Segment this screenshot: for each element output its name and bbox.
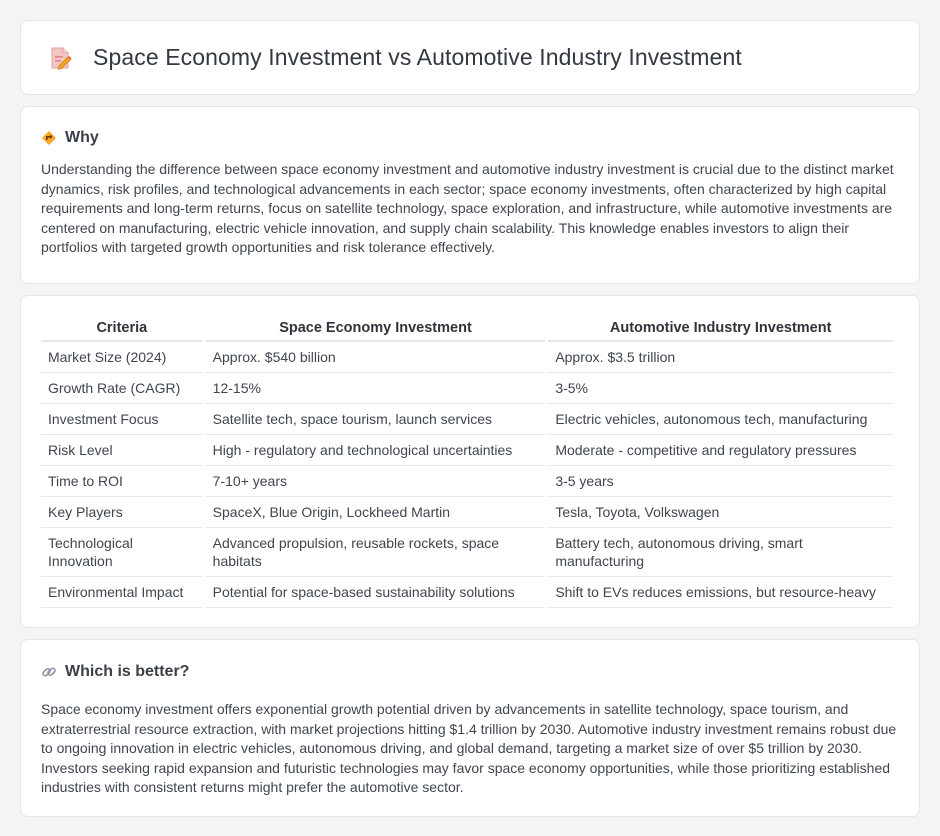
cell-criteria: Technological Innovation (41, 528, 203, 577)
better-title: Which is better? (65, 663, 190, 680)
why-title: Why (65, 129, 99, 146)
better-heading: Which is better? (41, 663, 899, 681)
cell-space: 12-15% (205, 373, 546, 404)
comparison-table: Criteria Space Economy Investment Automo… (38, 317, 896, 608)
table-row: Key Players SpaceX, Blue Origin, Lockhee… (41, 497, 893, 528)
cell-automotive: 3-5 years (548, 466, 893, 497)
table-row: Environmental Impact Potential for space… (41, 577, 893, 608)
cell-criteria: Key Players (41, 497, 203, 528)
cell-space: High - regulatory and technological unce… (205, 435, 546, 466)
table-row: Technological Innovation Advanced propul… (41, 528, 893, 577)
document-edit-icon (47, 45, 73, 71)
header-card: Space Economy Investment vs Automotive I… (20, 20, 920, 95)
cell-criteria: Market Size (2024) (41, 342, 203, 373)
table-row: Growth Rate (CAGR) 12-15% 3-5% (41, 373, 893, 404)
cell-criteria: Time to ROI (41, 466, 203, 497)
cell-criteria: Risk Level (41, 435, 203, 466)
table-row: Time to ROI 7-10+ years 3-5 years (41, 466, 893, 497)
cell-criteria: Environmental Impact (41, 577, 203, 608)
header-space: Space Economy Investment (205, 317, 546, 342)
why-text: Understanding the difference between spa… (41, 161, 894, 256)
comparison-section: Criteria Space Economy Investment Automo… (20, 295, 920, 628)
cell-criteria: Investment Focus (41, 404, 203, 435)
cell-space: Approx. $540 billion (205, 342, 546, 373)
warning-sign-icon (41, 130, 57, 146)
why-heading: Why (41, 129, 899, 147)
table-row: Market Size (2024) Approx. $540 billion … (41, 342, 893, 373)
cell-automotive: Moderate - competitive and regulatory pr… (548, 435, 893, 466)
page-title: Space Economy Investment vs Automotive I… (93, 44, 742, 70)
better-section: Which is better? Space economy investmen… (20, 639, 920, 817)
cell-automotive: Electric vehicles, autonomous tech, manu… (548, 404, 893, 435)
cell-space: Satellite tech, space tourism, launch se… (205, 404, 546, 435)
link-icon (41, 664, 57, 680)
cell-space: Advanced propulsion, reusable rockets, s… (205, 528, 546, 577)
cell-automotive: 3-5% (548, 373, 893, 404)
cell-space: Potential for space-based sustainability… (205, 577, 546, 608)
table-row: Investment Focus Satellite tech, space t… (41, 404, 893, 435)
cell-space: 7-10+ years (205, 466, 546, 497)
cell-automotive: Tesla, Toyota, Volkswagen (548, 497, 893, 528)
cell-criteria: Growth Rate (CAGR) (41, 373, 203, 404)
better-text: Space economy investment offers exponent… (41, 701, 897, 796)
cell-automotive: Shift to EVs reduces emissions, but reso… (548, 577, 893, 608)
why-section: Why Understanding the difference between… (20, 106, 920, 284)
cell-automotive: Battery tech, autonomous driving, smart … (548, 528, 893, 577)
table-row: Risk Level High - regulatory and technol… (41, 435, 893, 466)
table-header-row: Criteria Space Economy Investment Automo… (41, 317, 893, 342)
header-criteria: Criteria (41, 317, 203, 342)
cell-space: SpaceX, Blue Origin, Lockheed Martin (205, 497, 546, 528)
header-automotive: Automotive Industry Investment (548, 317, 893, 342)
cell-automotive: Approx. $3.5 trillion (548, 342, 893, 373)
